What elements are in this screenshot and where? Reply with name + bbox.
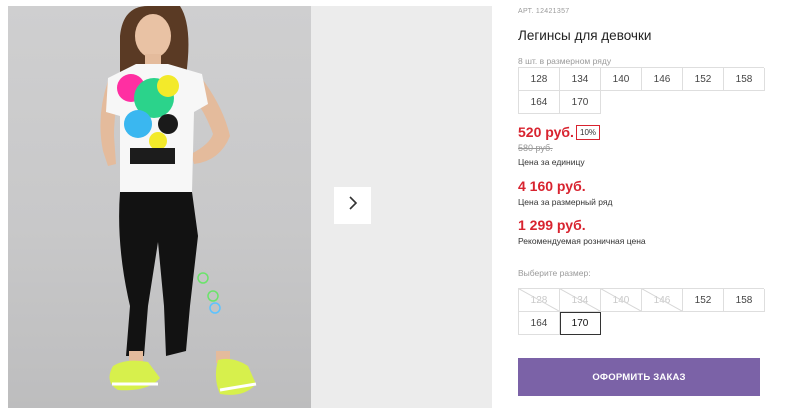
size-option-146: 146	[642, 289, 683, 312]
article-number: АРТ. 12421357	[518, 8, 570, 15]
size-option-152[interactable]: 152	[683, 289, 724, 312]
gallery-next-button[interactable]	[334, 187, 371, 224]
product-photo[interactable]	[8, 6, 311, 408]
pack-size-cell: 140	[601, 68, 642, 91]
rrp-price: 1 299 руб.	[518, 217, 586, 233]
unit-price: 520 руб.	[518, 124, 574, 140]
chevron-right-icon	[347, 195, 359, 216]
pack-price-label: Цена за размерный ряд	[518, 197, 613, 207]
order-button[interactable]: ОФОРМИТЬ ЗАКАЗ	[518, 358, 760, 396]
size-option-164[interactable]: 164	[519, 312, 560, 335]
pack-size-cell: 152	[683, 68, 724, 91]
discount-badge: 10%	[576, 125, 601, 140]
size-picker: 128 134 140 146 152 158 164 170	[518, 288, 765, 335]
pack-price: 4 160 руб.	[518, 178, 586, 194]
size-option-170[interactable]: 170	[560, 312, 601, 335]
pack-size-cell: 164	[519, 91, 560, 114]
product-photo-illustration	[100, 6, 257, 395]
product-gallery	[8, 6, 492, 408]
size-option-134: 134	[560, 289, 601, 312]
rrp-price-label: Рекомендуемая розничная цена	[518, 236, 646, 246]
choose-size-label: Выберите размер:	[518, 268, 591, 278]
pack-size-cell: 170	[560, 91, 601, 114]
product-title: Легинсы для девочки	[518, 28, 652, 43]
pack-size-grid: 128 134 140 146 152 158 164 170	[518, 67, 765, 114]
pack-size-cell: 134	[560, 68, 601, 91]
size-option-128: 128	[519, 289, 560, 312]
pack-size-cell: 128	[519, 68, 560, 91]
unit-price-label: Цена за единицу	[518, 157, 585, 167]
pack-size-cell: 146	[642, 68, 683, 91]
size-option-158[interactable]: 158	[724, 289, 765, 312]
size-option-140: 140	[601, 289, 642, 312]
pack-size-cell: 158	[724, 68, 765, 91]
pack-note: 8 шт. в размерном ряду	[518, 56, 612, 66]
old-price: 580 руб.	[518, 143, 553, 153]
